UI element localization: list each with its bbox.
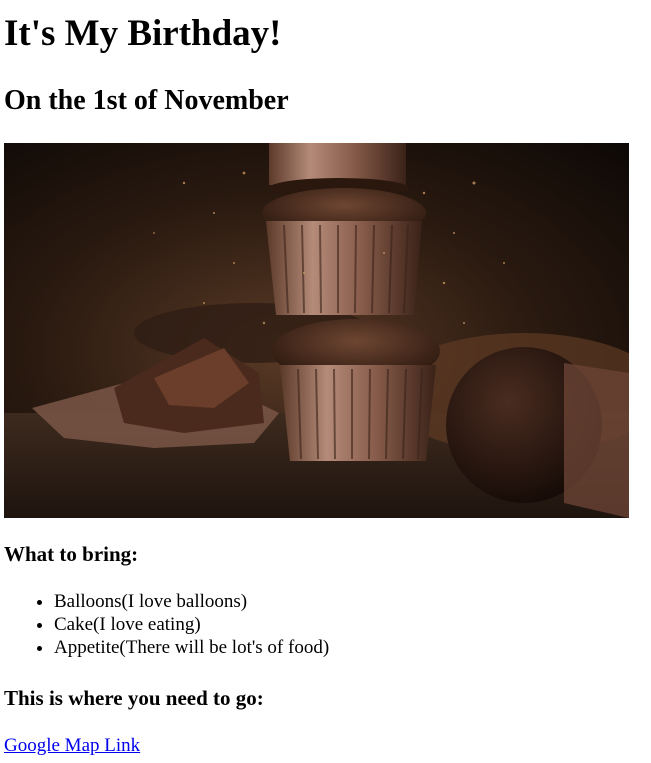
page-title: It's My Birthday! — [4, 13, 282, 54]
bring-list: Balloons(I love balloons) Cake(I love ea… — [0, 590, 329, 659]
google-map-link[interactable]: Google Map Link — [4, 734, 140, 757]
list-item: Balloons(I love balloons) — [54, 590, 329, 613]
what-to-bring-heading: What to bring: — [4, 542, 139, 566]
list-item: Cake(I love eating) — [54, 613, 329, 636]
directions-heading: This is where you need to go: — [4, 686, 264, 710]
page-subtitle: On the 1st of November — [4, 85, 289, 116]
list-item: Appetite(There will be lot's of food) — [54, 636, 329, 659]
cupcakes-illustration — [4, 143, 629, 518]
cupcakes-image — [4, 143, 629, 518]
